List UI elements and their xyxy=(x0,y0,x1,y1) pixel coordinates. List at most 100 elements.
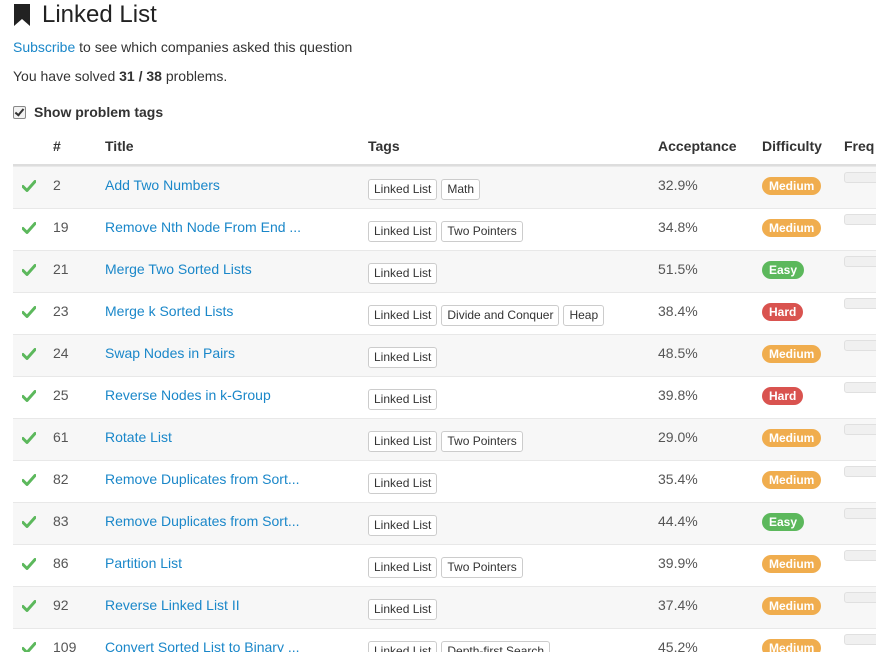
frequency-cell xyxy=(844,618,876,652)
problem-number: 23 xyxy=(53,303,69,319)
frequency-cell xyxy=(844,576,876,618)
problem-title-link[interactable]: Reverse Nodes in k-Group xyxy=(105,387,271,403)
problem-tag[interactable]: Two Pointers xyxy=(441,430,523,452)
table-row: 21 Merge Two Sorted Lists Linked List 51.5%… xyxy=(13,250,876,292)
title-cell: Merge Two Sorted Lists xyxy=(105,248,252,290)
frequency-bar xyxy=(844,255,876,267)
problem-title-link[interactable]: Add Two Numbers xyxy=(105,177,220,193)
table-row: 2 Add Two Numbers Linked List Math 32.9% Medi… xyxy=(13,166,876,208)
problem-title-link[interactable]: Remove Nth Node From End ... xyxy=(105,219,301,235)
problem-title-link[interactable]: Merge k Sorted Lists xyxy=(105,303,233,319)
acceptance-rate: 39.9% xyxy=(658,555,698,571)
column-header-acceptance[interactable]: Acceptance xyxy=(658,138,737,154)
column-header-difficulty[interactable]: Difficulty xyxy=(762,138,822,154)
solved-cell xyxy=(22,165,36,207)
acceptance-rate: 37.4% xyxy=(658,597,698,613)
problem-number: 21 xyxy=(53,261,69,277)
solved-cell xyxy=(22,375,36,417)
problem-tag[interactable]: Two Pointers xyxy=(441,556,523,578)
problem-tag[interactable]: Two Pointers xyxy=(441,220,523,242)
check-icon xyxy=(22,642,36,652)
acceptance-rate: 35.4% xyxy=(658,471,698,487)
title-cell: Rotate List xyxy=(105,416,172,458)
problem-tag[interactable]: Linked List xyxy=(368,640,438,652)
title-cell: Merge k Sorted Lists xyxy=(105,290,233,332)
problem-tag[interactable]: Divide and Conquer xyxy=(441,304,560,326)
solved-cell xyxy=(22,501,36,543)
problem-tag[interactable]: Linked List xyxy=(368,388,438,410)
column-header-title[interactable]: Title xyxy=(105,138,134,154)
problem-number: 109 xyxy=(53,639,77,652)
table-header: # Title Tags Acceptance Difficulty Freq xyxy=(13,126,876,166)
acceptance-rate: 44.4% xyxy=(658,513,698,529)
problem-title-link[interactable]: Partition List xyxy=(105,555,182,571)
problem-tag[interactable]: Linked List xyxy=(368,556,438,578)
problem-tag[interactable]: Linked List xyxy=(368,178,438,200)
problem-tag[interactable]: Depth-first Search xyxy=(441,640,551,652)
frequency-bar xyxy=(844,381,876,393)
table-row: 61 Rotate List Linked List Two Pointers 29.0… xyxy=(13,418,876,460)
frequency-cell xyxy=(844,366,876,408)
frequency-bar xyxy=(844,213,876,225)
problem-tag[interactable]: Linked List xyxy=(368,346,438,368)
difficulty-badge: Easy xyxy=(762,513,805,531)
difficulty-badge: Medium xyxy=(762,471,822,489)
title-cell: Remove Nth Node From End ... xyxy=(105,206,301,248)
tags-cell: Linked List xyxy=(368,252,438,294)
tags-cell: Linked List xyxy=(368,378,438,420)
problem-tag[interactable]: Linked List xyxy=(368,262,438,284)
problem-tag[interactable]: Heap xyxy=(563,304,605,326)
solved-cell xyxy=(22,543,36,585)
acceptance-rate: 32.9% xyxy=(658,177,698,193)
difficulty-badge: Medium xyxy=(762,177,822,195)
problem-tag[interactable]: Linked List xyxy=(368,598,438,620)
problem-tag[interactable]: Linked List xyxy=(368,472,438,494)
column-header-number[interactable]: # xyxy=(53,138,61,154)
problem-title-link[interactable]: Merge Two Sorted Lists xyxy=(105,261,252,277)
bookmark-icon xyxy=(14,4,30,26)
frequency-bar xyxy=(844,339,876,351)
show-tags-checkbox[interactable] xyxy=(13,105,26,119)
tags-cell: Linked List xyxy=(368,588,438,630)
problem-tag[interactable]: Linked List xyxy=(368,430,438,452)
frequency-cell xyxy=(844,198,876,240)
frequency-bar xyxy=(844,465,876,477)
problem-tag[interactable]: Linked List xyxy=(368,304,438,326)
tags-cell: Linked List Two Pointers xyxy=(368,210,523,252)
problem-tag[interactable]: Linked List xyxy=(368,220,438,242)
problem-title-link[interactable]: Reverse Linked List II xyxy=(105,597,240,613)
problem-tag[interactable]: Math xyxy=(441,178,481,200)
subscribe-link[interactable]: Subscribe xyxy=(13,39,75,55)
tags-cell: Linked List xyxy=(368,462,438,504)
title-cell: Partition List xyxy=(105,542,182,584)
difficulty-badge: Hard xyxy=(762,387,804,405)
difficulty-cell: Medium xyxy=(762,417,822,459)
problem-title-link[interactable]: Rotate List xyxy=(105,429,172,445)
tags-cell: Linked List Depth-first Search xyxy=(368,630,551,652)
tags-cell: Linked List Two Pointers xyxy=(368,420,523,462)
column-header-frequency[interactable]: Freq xyxy=(844,138,874,154)
title-cell: Remove Duplicates from Sort... xyxy=(105,500,300,542)
table-row: 23 Merge k Sorted Lists Linked List Divide … xyxy=(13,292,876,334)
title-cell: Add Two Numbers xyxy=(105,164,220,206)
problem-tag[interactable]: Linked List xyxy=(368,514,438,536)
page-header: Linked List xyxy=(13,0,157,30)
problem-number: 86 xyxy=(53,555,69,571)
acceptance-rate: 45.2% xyxy=(658,639,698,652)
table-row: 24 Swap Nodes in Pairs Linked List 48.5% Med… xyxy=(13,334,876,376)
difficulty-cell: Medium xyxy=(762,333,822,375)
frequency-cell xyxy=(844,492,876,534)
problem-title-link[interactable]: Convert Sorted List to Binary ... xyxy=(105,639,300,652)
table-row: 109 Convert Sorted List to Binary ... Link… xyxy=(13,628,876,652)
solved-separator: / xyxy=(134,68,147,84)
table-row: 25 Reverse Nodes in k-Group Linked List 39.… xyxy=(13,376,876,418)
page-title: Linked List xyxy=(42,1,157,28)
problem-number: 92 xyxy=(53,597,69,613)
problem-title-link[interactable]: Remove Duplicates from Sort... xyxy=(105,471,300,487)
total-count: 38 xyxy=(146,68,162,84)
problem-title-link[interactable]: Remove Duplicates from Sort... xyxy=(105,513,300,529)
problem-title-link[interactable]: Swap Nodes in Pairs xyxy=(105,345,235,361)
table-row: 86 Partition List Linked List Two Pointers 3… xyxy=(13,544,876,586)
show-tags-toggle[interactable]: Show problem tags xyxy=(13,104,163,120)
check-icon xyxy=(22,474,36,486)
